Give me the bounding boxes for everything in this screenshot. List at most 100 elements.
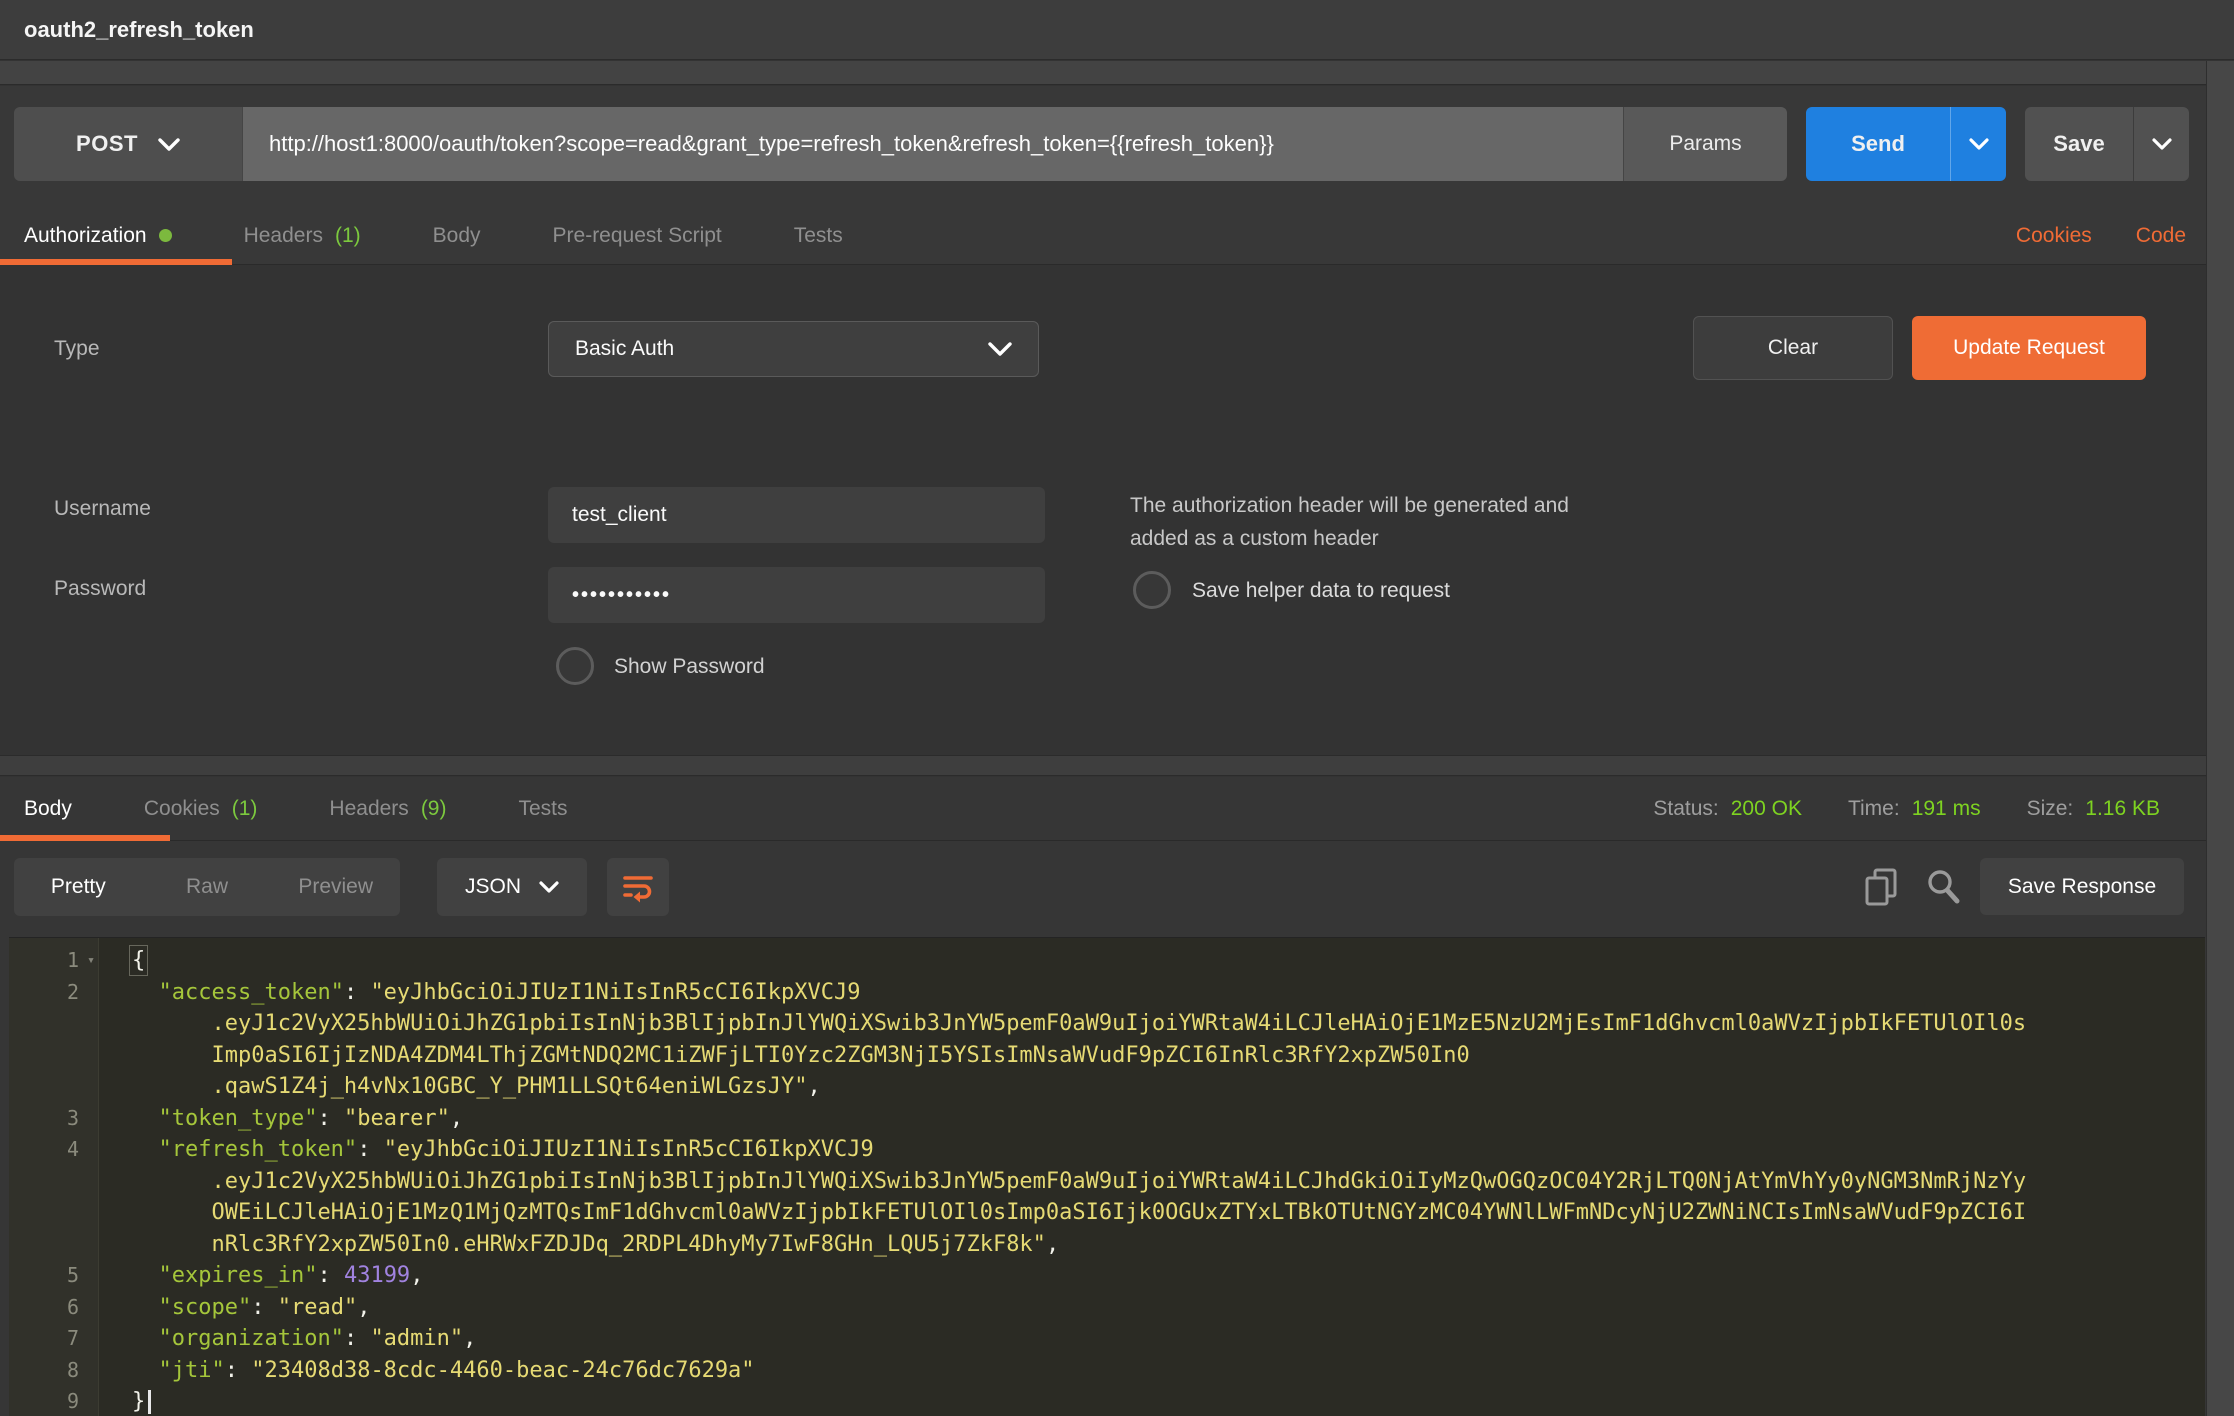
code-link[interactable]: Code [2136, 224, 2186, 248]
show-password-toggle[interactable] [556, 647, 594, 685]
code-line: "organization": "admin", [100, 1323, 2201, 1355]
tab-body[interactable]: Body [433, 224, 481, 248]
tab-pre-request-script[interactable]: Pre-request Script [553, 224, 722, 248]
view-pretty[interactable]: Pretty [14, 875, 143, 899]
url-input[interactable]: http://host1:8000/oauth/token?scope=read… [242, 107, 1623, 181]
auth-type-value: Basic Auth [575, 337, 674, 361]
spacer [1787, 107, 1806, 181]
copy-response-button[interactable] [1860, 866, 1902, 908]
code-token [132, 1232, 211, 1257]
copy-icon [1863, 867, 1899, 907]
send-button-group: Send [1806, 107, 2006, 181]
code-token: "organization" [159, 1326, 344, 1351]
code-token: : [344, 980, 371, 1005]
line-number: 7 [9, 1323, 99, 1355]
method-dropdown[interactable]: POST [14, 107, 242, 181]
code-token: "scope" [159, 1295, 252, 1320]
response-body-editor[interactable]: 1▾23456789 { "access_token": "eyJhbGciOi… [9, 937, 2205, 1416]
line-number-blank [9, 1166, 99, 1198]
tab-label: Tests [794, 224, 843, 248]
code-line: .eyJ1c2VyX25hbWUiOiJhZG1pbiIsInNjb3BlIjp… [100, 1008, 2201, 1040]
code-token: , [410, 1263, 423, 1288]
chevron-down-icon [1969, 138, 1989, 150]
code-token [132, 980, 159, 1005]
username-input[interactable] [548, 487, 1045, 543]
line-number: 4 [9, 1134, 99, 1166]
tab-body[interactable]: Body [24, 797, 72, 821]
method-label: POST [76, 131, 138, 157]
green-dot-icon [159, 229, 172, 242]
line-number: 3 [9, 1103, 99, 1135]
line-number-blank [9, 1008, 99, 1040]
header-subband [0, 61, 2234, 85]
code-token: , [808, 1074, 821, 1099]
code-token: , [357, 1295, 370, 1320]
fold-caret-icon[interactable]: ▾ [87, 945, 95, 977]
save-response-label: Save Response [2008, 875, 2156, 899]
tab-headers[interactable]: Headers(9) [329, 797, 446, 821]
search-response-button[interactable] [1922, 866, 1964, 908]
tab-tests[interactable]: Tests [518, 797, 567, 821]
spacer [2006, 107, 2025, 181]
chevron-down-icon [988, 342, 1012, 356]
tab-cookies[interactable]: Cookies(1) [144, 797, 258, 821]
save-response-button[interactable]: Save Response [1980, 858, 2184, 915]
code-line: } [100, 1386, 2201, 1416]
save-button[interactable]: Save [2025, 107, 2133, 181]
save-button-group: Save [2025, 107, 2189, 181]
code-token: : [225, 1358, 252, 1383]
update-request-label: Update Request [1953, 336, 2105, 360]
params-button[interactable]: Params [1623, 107, 1787, 181]
clear-label: Clear [1768, 336, 1818, 360]
format-value: JSON [465, 875, 521, 899]
cookies-link[interactable]: Cookies [2016, 224, 2092, 248]
send-options-button[interactable] [1950, 107, 2006, 181]
line-number: 8 [9, 1355, 99, 1387]
code-line: .eyJ1c2VyX25hbWUiOiJhZG1pbiIsInNjb3BlIjp… [100, 1166, 2201, 1198]
format-dropdown[interactable]: JSON [437, 858, 587, 916]
line-number: 9 [9, 1386, 99, 1416]
line-number-blank [9, 1071, 99, 1103]
code-token: nRlc3RfY2xpZW50In0.eHRWxFZDJDq_2RDPL4Dhy… [211, 1232, 1045, 1257]
code-token: "jti" [159, 1358, 225, 1383]
update-request-button[interactable]: Update Request [1912, 316, 2146, 380]
send-button[interactable]: Send [1806, 107, 1950, 181]
code-line: Imp0aSI6IjIzNDA4ZDM4LThjZGMtNDQ2MC1iZWFj… [100, 1040, 2201, 1072]
code-token [132, 1011, 211, 1036]
code-token: "admin" [370, 1326, 463, 1351]
code-token: { [132, 948, 145, 973]
tab-tests[interactable]: Tests [794, 224, 843, 248]
code-token [132, 1137, 159, 1162]
wrap-text-button[interactable] [607, 858, 669, 916]
tab-label: Authorization [24, 224, 147, 248]
response-size-meta: Size:1.16 KB [2027, 797, 2160, 821]
tab-label: Body [433, 224, 481, 248]
meta-value: 200 OK [1731, 797, 1802, 821]
line-number-blank [9, 1197, 99, 1229]
code-line: "refresh_token": "eyJhbGciOiJIUzI1NiIsIn… [100, 1134, 2201, 1166]
tab-headers[interactable]: Headers(1) [244, 224, 361, 248]
request-section: POST http://host1:8000/oauth/token?scope… [0, 86, 2206, 265]
code-line: "access_token": "eyJhbGciOiJIUzI1NiIsInR… [100, 977, 2201, 1009]
code-token [132, 1263, 159, 1288]
view-raw[interactable]: Raw [143, 875, 272, 899]
code-token [132, 1295, 159, 1320]
password-input[interactable] [548, 567, 1045, 623]
auth-type-select[interactable]: Basic Auth [548, 321, 1039, 377]
code-token [132, 1106, 159, 1131]
clear-button[interactable]: Clear [1693, 316, 1893, 380]
line-number-blank [9, 1040, 99, 1072]
save-helper-toggle[interactable] [1133, 571, 1171, 609]
chevron-down-icon [158, 138, 180, 151]
show-password-label: Show Password [614, 655, 765, 679]
code-token: .eyJ1c2VyX25hbWUiOiJhZG1pbiIsInNjb3BlIjp… [211, 1169, 2026, 1194]
tab-label: Headers [244, 224, 323, 248]
code-token [132, 1200, 211, 1225]
line-number: 5 [9, 1260, 99, 1292]
app-scrollbar[interactable] [2206, 61, 2234, 1416]
tab-authorization[interactable]: Authorization [24, 224, 172, 248]
meta-label: Status: [1653, 797, 1718, 821]
view-preview[interactable]: Preview [271, 875, 400, 899]
save-options-button[interactable] [2133, 107, 2189, 181]
tab-label: Body [24, 797, 72, 821]
